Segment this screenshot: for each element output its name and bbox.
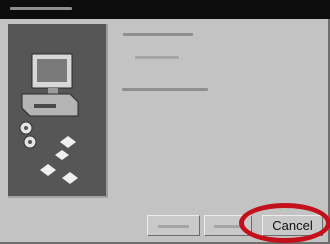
- back-button-label: [158, 225, 189, 229]
- dialog-text-line: [122, 88, 208, 91]
- cancel-button-label: Cancel: [272, 218, 313, 233]
- title-bar[interactable]: [0, 0, 330, 19]
- wizard-side-panel: [8, 24, 108, 198]
- cancel-button[interactable]: Cancel: [262, 215, 323, 236]
- next-button-label: [214, 225, 242, 229]
- window-title: [10, 7, 72, 10]
- dialog-text-line: [135, 56, 179, 59]
- next-button[interactable]: [204, 215, 252, 236]
- setup-dialog: Cancel: [0, 0, 330, 244]
- dialog-text-line: [123, 33, 193, 36]
- back-button[interactable]: [147, 215, 200, 236]
- computer-setup-icon: [19, 53, 79, 184]
